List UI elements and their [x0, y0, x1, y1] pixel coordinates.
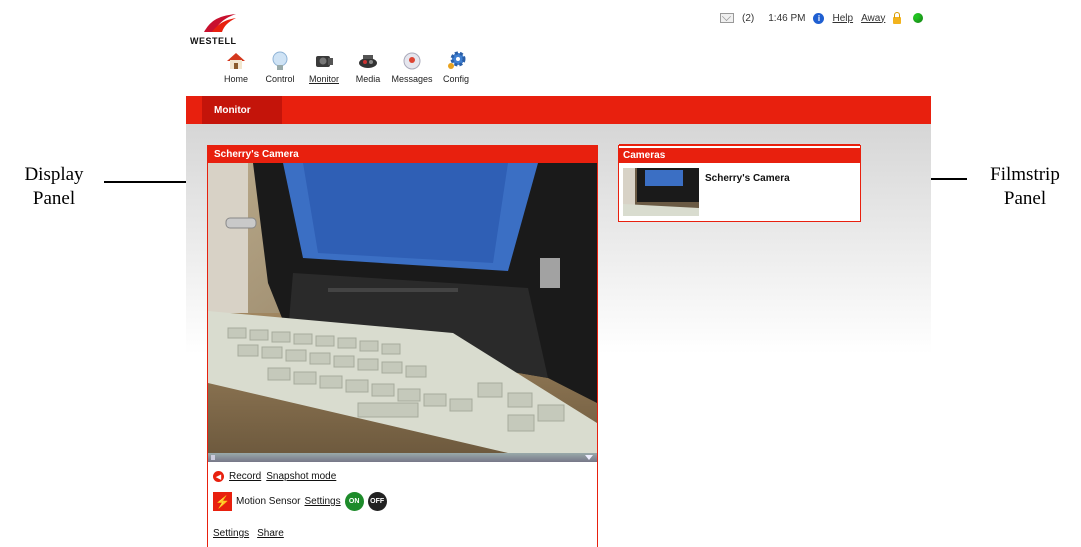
nav-label: Media: [355, 74, 381, 84]
pause-icon[interactable]: [211, 455, 215, 460]
snapshot-mode-link[interactable]: Snapshot mode: [266, 471, 336, 482]
callout-line: Display: [24, 164, 84, 185]
messages-icon: [401, 50, 423, 72]
nav-media[interactable]: Media: [346, 50, 390, 84]
display-panel-callout: Display Panel: [8, 163, 100, 211]
nav-config[interactable]: Config: [434, 50, 478, 84]
display-panel-title: Scherry's Camera: [208, 146, 597, 163]
camera-footer-links: Settings Share: [213, 528, 284, 539]
callout-line: Filmstrip: [990, 164, 1060, 185]
motion-on-button[interactable]: ON: [344, 492, 364, 511]
nav-messages[interactable]: Messages: [390, 50, 434, 84]
gear-icon: [445, 50, 467, 72]
callout-line: Panel: [1003, 188, 1047, 209]
camera-video-feed[interactable]: [208, 163, 597, 453]
record-link[interactable]: Record: [229, 471, 261, 482]
motion-off-button[interactable]: OFF: [367, 492, 387, 511]
filmstrip-panel: Cameras Scherry's Camera: [618, 145, 861, 222]
nav-control[interactable]: Control: [258, 50, 302, 84]
motion-sensor-icon: ⚡: [213, 492, 232, 511]
filmstrip-panel-title: Cameras: [619, 146, 860, 163]
section-tab-bar: Monitor: [186, 96, 931, 124]
motion-sensor-controls: ⚡ Motion Sensor Settings ON OFF: [213, 492, 387, 511]
westell-logo: WESTELL: [190, 10, 250, 46]
motion-settings-link[interactable]: Settings: [304, 496, 340, 507]
main-nav: Home Control Monitor Media Messages Conf…: [214, 50, 478, 84]
tab-monitor[interactable]: Monitor: [202, 96, 282, 124]
camera-thumbnail[interactable]: [623, 168, 699, 216]
callout-line: Panel: [32, 188, 76, 209]
display-callout-arrow: [104, 181, 194, 183]
lightbulb-icon: [269, 50, 291, 72]
nav-monitor[interactable]: Monitor: [302, 50, 346, 84]
nav-label: Control: [265, 74, 295, 84]
away-link[interactable]: Away: [861, 13, 885, 24]
house-icon: [225, 50, 247, 72]
envelope-icon[interactable]: [720, 13, 734, 23]
chevron-down-icon[interactable]: [585, 455, 593, 460]
logo-text: WESTELL: [190, 36, 237, 46]
nav-label: Home: [223, 74, 248, 84]
help-link[interactable]: Help: [832, 13, 853, 24]
filmstrip-panel-callout: Filmstrip Panel: [975, 163, 1075, 211]
lock-icon[interactable]: [893, 11, 902, 24]
nav-label: Monitor: [308, 74, 339, 84]
share-link[interactable]: Share: [257, 528, 284, 539]
media-icon: [357, 50, 379, 72]
camera-image: [208, 163, 597, 453]
camera-settings-link[interactable]: Settings: [213, 528, 249, 539]
video-scrollbar[interactable]: [208, 453, 597, 462]
nav-label: Config: [442, 74, 469, 84]
info-icon[interactable]: i: [813, 12, 825, 24]
display-panel: Scherry's Camera ◀ Record Snapshot mode …: [207, 145, 598, 547]
nav-home[interactable]: Home: [214, 50, 258, 84]
message-count[interactable]: (2): [742, 13, 754, 24]
record-controls: ◀ Record Snapshot mode: [213, 471, 336, 482]
record-icon[interactable]: ◀: [213, 471, 224, 482]
clock-time: 1:46 PM: [768, 12, 806, 24]
status-bar: (2) 1:46 PM i Help Away: [720, 11, 924, 25]
camera-icon: [313, 50, 335, 72]
motion-sensor-label: Motion Sensor: [236, 496, 301, 507]
nav-label: Messages: [391, 74, 433, 84]
status-dot-icon: [913, 13, 924, 23]
camera-thumbnail-label[interactable]: Scherry's Camera: [705, 173, 790, 184]
